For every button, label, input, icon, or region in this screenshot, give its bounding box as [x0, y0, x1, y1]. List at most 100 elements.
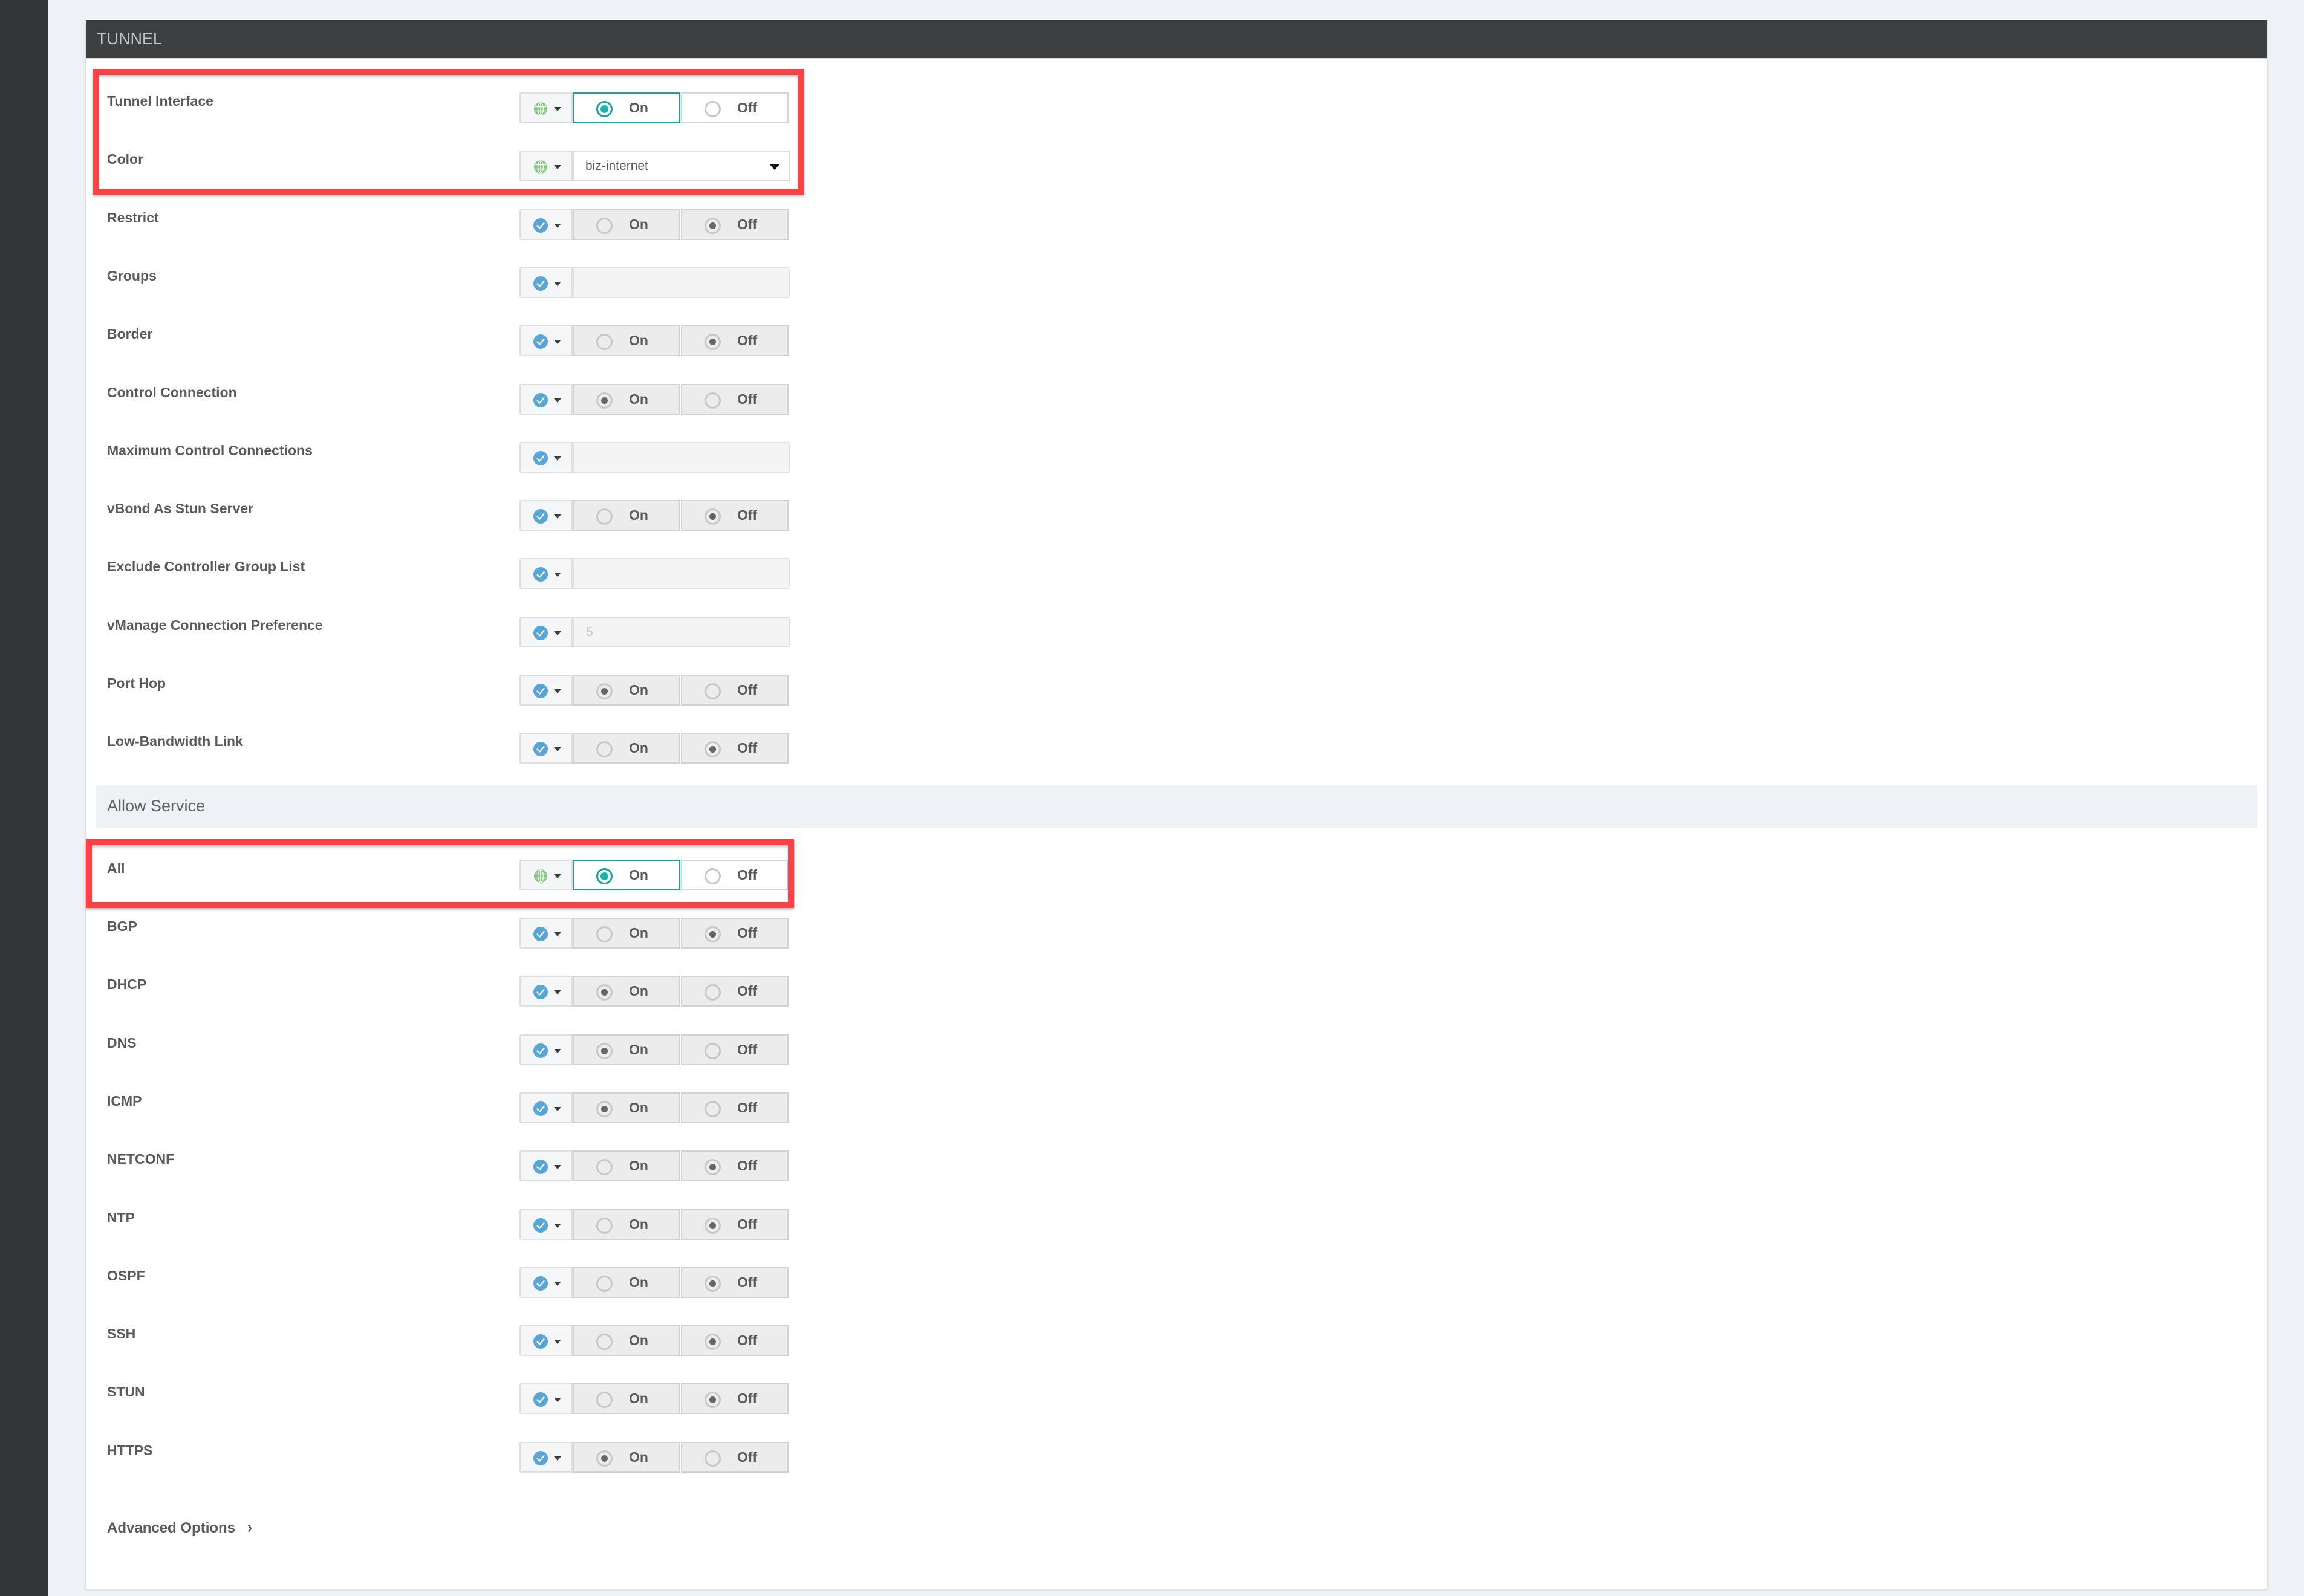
radio-unchecked-icon [705, 1450, 721, 1467]
radio-unchecked-icon [596, 334, 613, 350]
radio-checked-icon [705, 1392, 721, 1408]
radio-option-on[interactable]: On [573, 1383, 680, 1414]
radio-option-off[interactable]: Off [681, 1209, 789, 1240]
radio-option-off[interactable]: Off [681, 384, 789, 415]
radio-option-on[interactable]: On [573, 1209, 680, 1240]
scope-dropdown-button[interactable] [519, 1383, 573, 1414]
setting-label: vBond As Stun Server [107, 501, 253, 516]
setting-row-vbond-as-stun-server: vBond As Stun Server On Off [107, 500, 796, 531]
radio-option-on[interactable]: On [573, 325, 680, 356]
radio-option-off[interactable]: Off [681, 860, 789, 890]
scope-dropdown-button[interactable] [519, 1209, 573, 1240]
radio-checked-icon [705, 1276, 721, 1292]
radio-option-off[interactable]: Off [681, 92, 789, 123]
radio-option-off[interactable]: Off [681, 209, 789, 240]
radio-option-label: On [629, 100, 648, 115]
radio-option-on[interactable]: On [573, 209, 680, 240]
radio-option-off[interactable]: Off [681, 500, 789, 531]
radio-option-label: On [629, 332, 648, 348]
radio-option-on[interactable]: On [573, 860, 680, 890]
radio-option-on[interactable]: On [573, 384, 680, 415]
setting-row-low-bandwidth-link: Low-Bandwidth Link On Off [107, 733, 796, 764]
exclude-controller-group-list-input[interactable] [573, 558, 790, 589]
vmanage-connection-preference-input[interactable]: 5 [573, 617, 790, 647]
radio-option-on[interactable]: On [573, 675, 680, 706]
scope-dropdown-button[interactable] [519, 860, 573, 890]
scope-dropdown-button[interactable] [519, 1442, 573, 1473]
scope-dropdown-button[interactable] [519, 1325, 573, 1356]
scope-dropdown-button[interactable] [519, 384, 573, 415]
radio-option-on[interactable]: On [573, 1325, 680, 1356]
scope-dropdown-button[interactable] [519, 1150, 573, 1181]
scope-dropdown-button[interactable] [519, 617, 573, 647]
radio-checked-icon [705, 1334, 721, 1350]
radio-option-label: Off [737, 983, 758, 999]
scope-dropdown-button[interactable] [519, 325, 573, 356]
caret-down-icon [554, 224, 561, 228]
setting-control: On Off [519, 733, 790, 764]
radio-option-off[interactable]: Off [681, 1034, 789, 1065]
radio-checked-icon [596, 868, 613, 884]
radio-option-off[interactable]: Off [681, 325, 789, 356]
caret-down-icon [554, 573, 561, 577]
radio-option-label: Off [737, 1332, 758, 1348]
scope-dropdown-button[interactable] [519, 558, 573, 589]
check-circle-icon [533, 1334, 548, 1349]
radio-option-off[interactable]: Off [681, 1325, 789, 1356]
setting-control: On Off [519, 860, 790, 890]
radio-option-off[interactable]: Off [681, 1150, 789, 1181]
setting-label: STUN [107, 1384, 145, 1400]
radio-option-label: On [629, 1332, 648, 1348]
radio-option-on[interactable]: On [573, 733, 680, 764]
setting-label: Maximum Control Connections [107, 443, 313, 458]
radio-option-on[interactable]: On [573, 1267, 680, 1298]
scope-dropdown-button[interactable] [519, 733, 573, 764]
setting-label: Restrict [107, 210, 159, 225]
radio-option-off[interactable]: Off [681, 1092, 789, 1123]
scope-dropdown-button[interactable] [519, 918, 573, 949]
radio-option-off[interactable]: Off [681, 976, 789, 1007]
radio-option-off[interactable]: Off [681, 918, 789, 949]
radio-checked-icon [596, 101, 613, 117]
scope-dropdown-button[interactable] [519, 209, 573, 240]
caret-down-icon [554, 631, 561, 635]
radio-unchecked-icon [596, 1159, 613, 1175]
scope-dropdown-button[interactable] [519, 267, 573, 298]
scope-dropdown-button[interactable] [519, 675, 573, 706]
radio-option-on[interactable]: On [573, 918, 680, 949]
advanced-options-toggle[interactable]: Advanced Options › [107, 1517, 252, 1539]
scope-dropdown-button[interactable] [519, 442, 573, 473]
check-circle-icon [533, 684, 548, 698]
radio-option-on[interactable]: On [573, 500, 680, 531]
scope-dropdown-button[interactable] [519, 151, 573, 181]
radio-option-on[interactable]: On [573, 1034, 680, 1065]
scope-dropdown-button[interactable] [519, 500, 573, 531]
check-circle-icon [533, 1218, 548, 1233]
radio-option-on[interactable]: On [573, 1442, 680, 1473]
check-circle-icon [533, 393, 548, 407]
color-select[interactable]: biz-internet [573, 151, 790, 181]
radio-option-on[interactable]: On [573, 1150, 680, 1181]
radio-option-on[interactable]: On [573, 1092, 680, 1123]
scope-dropdown-button[interactable] [519, 1267, 573, 1298]
scope-dropdown-button[interactable] [519, 976, 573, 1007]
setting-control: On Off [519, 384, 790, 415]
maximum-control-connections-input[interactable] [573, 442, 790, 473]
radio-option-off[interactable]: Off [681, 675, 789, 706]
radio-option-off[interactable]: Off [681, 1267, 789, 1298]
radio-option-on[interactable]: On [573, 92, 680, 123]
caret-down-icon [769, 164, 780, 170]
groups-input[interactable] [573, 267, 790, 298]
setting-control: On Off [519, 325, 790, 356]
radio-option-off[interactable]: Off [681, 733, 789, 764]
radio-option-off[interactable]: Off [681, 1442, 789, 1473]
setting-label: DHCP [107, 976, 147, 992]
setting-label: SSH [107, 1326, 136, 1341]
caret-down-icon [554, 282, 561, 286]
globe-icon [533, 160, 548, 174]
radio-option-on[interactable]: On [573, 976, 680, 1007]
scope-dropdown-button[interactable] [519, 1034, 573, 1065]
scope-dropdown-button[interactable] [519, 92, 573, 123]
radio-option-off[interactable]: Off [681, 1383, 789, 1414]
scope-dropdown-button[interactable] [519, 1092, 573, 1123]
